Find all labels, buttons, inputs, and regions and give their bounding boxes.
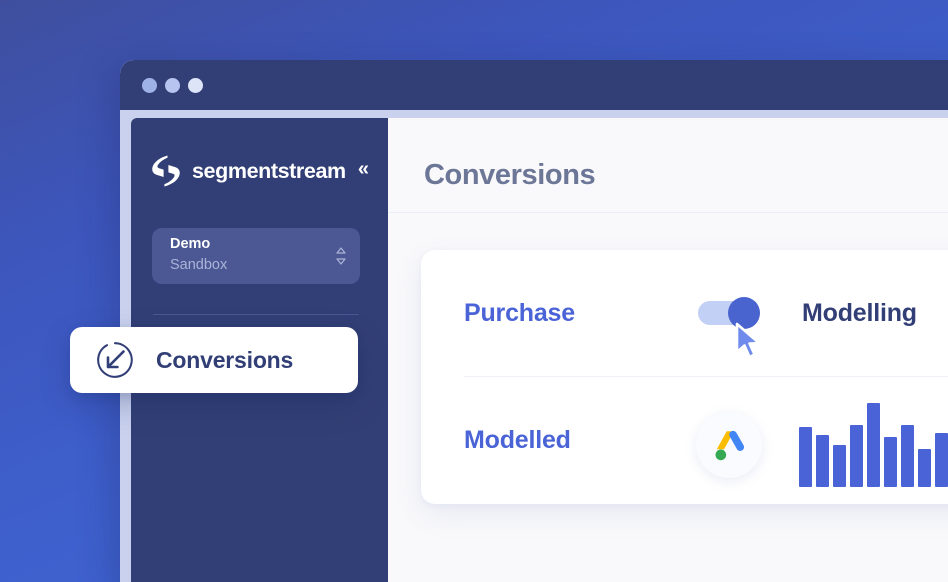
bar-8 bbox=[918, 449, 931, 487]
conversions-nav-pill[interactable]: Conversions bbox=[70, 327, 358, 393]
page-header: Conversions bbox=[388, 118, 948, 213]
bar-3 bbox=[833, 445, 846, 487]
chevron-up-down-icon bbox=[336, 247, 346, 265]
bar-5 bbox=[867, 403, 880, 487]
lightning-bolt-logo bbox=[152, 155, 180, 187]
modelled-conversions-bar-chart bbox=[799, 395, 948, 487]
google-ads-icon[interactable] bbox=[696, 412, 762, 478]
bar-9 bbox=[935, 433, 948, 487]
workspace-environment: Sandbox bbox=[170, 257, 228, 273]
toggle-knob bbox=[728, 297, 760, 329]
modelling-value-label: Modelling bbox=[802, 299, 917, 327]
bar-2 bbox=[816, 435, 829, 487]
workspace-selector[interactable]: Demo Sandbox bbox=[152, 228, 360, 284]
brand-name: segmentstream bbox=[192, 158, 346, 183]
bar-4 bbox=[850, 425, 863, 487]
sidebar-brand[interactable]: segmentstream « bbox=[151, 153, 369, 189]
minimize-dot[interactable] bbox=[165, 78, 180, 93]
conversions-card: Purchase Modelling Modelled bbox=[421, 250, 948, 504]
bar-1 bbox=[799, 427, 812, 487]
conversion-name-label: Purchase bbox=[464, 299, 575, 327]
double-chevron-left-icon[interactable]: « bbox=[358, 159, 369, 179]
close-dot[interactable] bbox=[142, 78, 157, 93]
main-content: Conversions Purchase Modelling Modelled bbox=[388, 118, 948, 582]
conversions-pill-label: Conversions bbox=[156, 346, 294, 373]
sidebar-divider bbox=[153, 314, 359, 315]
window-titlebar bbox=[120, 60, 948, 110]
modelling-toggle[interactable] bbox=[698, 297, 760, 329]
screenshot-canvas: segmentstream « Demo Sandbox Conversions bbox=[0, 0, 948, 582]
browser-window: segmentstream « Demo Sandbox Conversions bbox=[120, 60, 948, 582]
google-ads-glyph bbox=[715, 430, 745, 461]
bar-7 bbox=[901, 425, 914, 487]
maximize-dot[interactable] bbox=[188, 78, 203, 93]
page-title: Conversions bbox=[424, 159, 596, 191]
conversion-row-modelled: Modelled bbox=[421, 377, 948, 504]
conversion-name-label: Modelled bbox=[464, 426, 571, 454]
workspace-name: Demo bbox=[170, 236, 211, 252]
conversion-row-purchase: Purchase Modelling bbox=[421, 250, 948, 377]
bar-6 bbox=[884, 437, 897, 487]
circular-arrow-down-left-icon bbox=[97, 342, 133, 378]
